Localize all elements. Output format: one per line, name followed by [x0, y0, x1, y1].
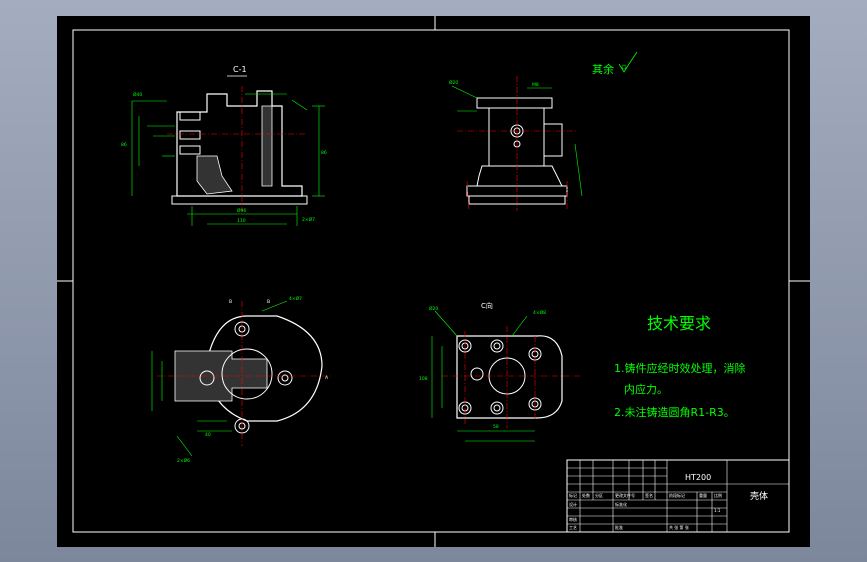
inner-frame — [72, 29, 790, 533]
svg-text:Ø20: Ø20 — [449, 79, 458, 86]
svg-text:标记: 标记 — [569, 492, 577, 498]
section-label-c1: C-1 — [233, 65, 247, 74]
side-view: Ø20 M8 其余 — [449, 51, 638, 212]
drawing-sheet: C-1 Ø40 86 Ø96 110 86 2×Ø7 Ø20 M8 其余 4×Ø… — [57, 16, 810, 547]
svg-text:2×Ø7: 2×Ø7 — [302, 216, 315, 223]
svg-text:分区: 分区 — [595, 492, 603, 498]
svg-text:86: 86 — [121, 142, 127, 148]
svg-text:108: 108 — [419, 376, 428, 382]
drawing-canvas: C-1 Ø4086 Ø96110 862×Ø7 Ø20 M8 其余 4×Ø72×… — [57, 16, 810, 547]
svg-text:Ø20: Ø20 — [429, 305, 438, 312]
svg-text:2×Ø6: 2×Ø6 — [177, 457, 190, 464]
roughness-symbol-icon — [618, 51, 638, 73]
svg-text:比例: 比例 — [714, 492, 722, 498]
svg-text:签名: 签名 — [645, 492, 653, 498]
svg-text:设计: 设计 — [569, 501, 577, 507]
front-section-view: C-1 Ø4086 Ø96110 862×Ø7 — [121, 65, 327, 226]
svg-text:B: B — [229, 299, 232, 305]
svg-text:86: 86 — [321, 150, 327, 156]
svg-text:1:1: 1:1 — [714, 508, 721, 513]
svg-text:处数: 处数 — [582, 492, 590, 498]
svg-text:A: A — [325, 375, 329, 381]
svg-text:更改文件号: 更改文件号 — [615, 492, 635, 498]
svg-text:40: 40 — [205, 432, 211, 438]
svg-text:工艺: 工艺 — [569, 525, 577, 530]
svg-text:M8: M8 — [532, 82, 539, 88]
svg-text:重量: 重量 — [699, 492, 707, 498]
svg-text:批准: 批准 — [615, 524, 623, 530]
svg-text:4×Ø8: 4×Ø8 — [533, 309, 546, 316]
title-block: 标记 处数 分区 更改文件号 签名 设计 标准化 阶段标记 重量 比例 1:1 审核工艺 批准… — [566, 459, 790, 533]
cad-viewport: C-1 Ø40 86 Ø96 110 86 2×Ø7 Ø20 M8 其余 4×Ø… — [0, 0, 867, 562]
material-label: HT200 — [685, 473, 711, 482]
svg-text:共 张 第 张: 共 张 第 张 — [669, 524, 689, 530]
tech-req-item2: 2.未注铸造圆角R1-R3。 — [614, 405, 735, 419]
surface-finish-note: 其余 — [592, 62, 614, 76]
c-direction-view: C向 10858 4×Ø8Ø20 — [419, 301, 582, 442]
svg-text:4×Ø7: 4×Ø7 — [289, 295, 302, 302]
tech-req-title: 技术要求 — [647, 314, 711, 333]
svg-text:B: B — [267, 299, 270, 305]
top-section-view: 4×Ø7 2×Ø6 40 B B A — [151, 295, 332, 464]
svg-text:110: 110 — [237, 218, 246, 224]
svg-text:标准化: 标准化 — [615, 501, 627, 507]
part-name-label: 壳体 — [750, 490, 768, 502]
svg-text:58: 58 — [493, 424, 499, 430]
svg-text:审核: 审核 — [569, 516, 577, 522]
tech-req-item1-line2: 内应力。 — [624, 382, 668, 396]
technical-requirements: 技术要求 1.铸件应经时效处理，消除 内应力。 2.未注铸造圆角R1-R3。 — [614, 314, 746, 419]
svg-text:Ø40: Ø40 — [133, 91, 142, 98]
section-label-c: C向 — [481, 301, 493, 310]
tech-req-item1-line1: 1.铸件应经时效处理，消除 — [614, 361, 746, 375]
svg-text:阶段标记: 阶段标记 — [669, 492, 685, 498]
